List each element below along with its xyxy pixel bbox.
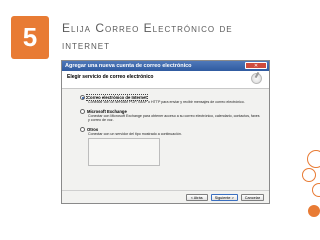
option-label: Microsoft Exchange	[87, 108, 127, 114]
dialog-footer: < Atrás Siguiente > Cancelar	[62, 190, 269, 203]
dialog-titlebar: Agregar una nueva cuenta de correo elect…	[62, 61, 269, 71]
slide-title-line1: Elija Correo Electrónico de	[62, 21, 233, 35]
back-button[interactable]: < Atrás	[185, 193, 208, 201]
option-other[interactable]: Otros Conectar con un servidor del tipo …	[80, 126, 261, 167]
close-button[interactable]: ✕	[245, 62, 267, 69]
add-account-dialog: Agregar una nueva cuenta de correo elect…	[61, 60, 270, 204]
header-title: Elegir servicio de correo electrónico	[67, 74, 154, 80]
slide-number-badge: 5	[11, 16, 49, 59]
dialog-body: Correo electrónico de Internet Conectar …	[62, 89, 269, 167]
option-description: Conectar con un servidor del tipo mostra…	[88, 131, 182, 136]
slide-title-line2: internet	[62, 38, 110, 52]
decorative-circle	[302, 168, 316, 182]
email-account-icon	[251, 73, 262, 84]
decorative-circle	[308, 205, 320, 217]
option-description: Conectar con Microsoft Exchange para obt…	[88, 113, 260, 123]
option-microsoft-exchange[interactable]: Microsoft Exchange Conectar con Microsof…	[80, 108, 261, 123]
decorative-circle	[312, 183, 320, 197]
dialog-title: Agregar una nueva cuenta de correo elect…	[65, 63, 192, 69]
option-description: Conectar con un servidor POP, IMAP o HTT…	[88, 100, 245, 104]
slide-title: Elija Correo Electrónico de internet	[62, 20, 282, 54]
other-server-list[interactable]	[88, 138, 160, 167]
dialog-header: Elegir servicio de correo electrónico	[62, 71, 269, 89]
radio-other[interactable]	[80, 126, 85, 132]
radio-internet-email[interactable]	[80, 95, 85, 100]
option-internet-email[interactable]: Correo electrónico de Internet Conectar …	[80, 94, 261, 105]
slide-number: 5	[22, 22, 38, 52]
next-button[interactable]: Siguiente >	[210, 193, 238, 201]
radio-microsoft-exchange[interactable]	[80, 108, 85, 114]
decorative-circle	[307, 150, 320, 168]
cancel-button[interactable]: Cancelar	[240, 193, 264, 201]
